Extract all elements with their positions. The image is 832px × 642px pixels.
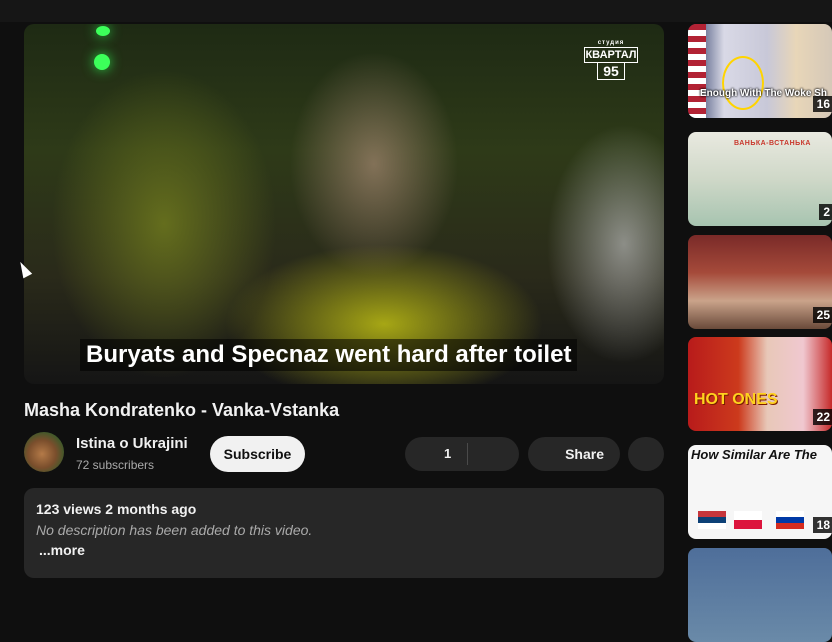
recommended-video-thumbnail[interactable] [688, 548, 832, 642]
recommended-video-thumbnail[interactable]: Enough With The Woke Sh 16 [688, 24, 832, 118]
stage-light [96, 26, 110, 36]
video-duration-badge: 2 [819, 204, 832, 220]
view-count-and-date: 123 views 2 months ago [36, 501, 197, 517]
recommended-video-thumbnail[interactable]: HOT ONES 22 [688, 337, 832, 431]
recommended-video-thumbnail[interactable]: ВАНЬКА-ВСТАНЬКА 2 [688, 132, 832, 226]
subscriber-count: 72 subscribers [76, 458, 155, 472]
share-button[interactable]: Share [528, 437, 620, 471]
video-caption: Buryats and Specnaz went hard after toil… [80, 339, 578, 371]
subscribe-button[interactable]: Subscribe [210, 436, 305, 472]
video-title: Masha Kondratenko - Vanka-Vstanka [24, 400, 340, 420]
like-dislike-group[interactable] [405, 437, 519, 471]
stage-light [94, 54, 110, 70]
us-flag-image [688, 24, 706, 118]
hot-ones-logo: HOT ONES [694, 391, 778, 408]
video-player[interactable]: студия КВАРТАЛ 95 Buryats and Specnaz we… [24, 24, 664, 384]
video-duration-badge: 25 [812, 307, 832, 323]
like-count[interactable]: 1 [444, 446, 451, 461]
like-dislike-divider [467, 443, 468, 465]
top-bar [0, 0, 832, 22]
show-more-link[interactable]: ...more [39, 542, 85, 558]
video-duration-badge: 16 [812, 96, 832, 112]
recommended-video-thumbnail[interactable]: 25 [688, 235, 832, 329]
highlight-circle [722, 56, 764, 110]
description-text: No description has been added to this vi… [36, 522, 313, 538]
serbia-flag-image [698, 511, 726, 529]
russia-flag-image [776, 511, 804, 529]
video-duration-badge: 18 [812, 517, 832, 533]
video-duration-badge: 22 [812, 409, 832, 425]
channel-avatar[interactable] [24, 432, 64, 472]
channel-name[interactable]: Istina o Ukrajini [76, 435, 188, 452]
more-actions-button[interactable] [628, 437, 664, 471]
recommended-video-thumbnail[interactable]: How Similar Are The 18 [688, 445, 832, 539]
poland-flag-image [734, 511, 762, 529]
channel-watermark-logo: студия КВАРТАЛ 95 [584, 40, 638, 80]
